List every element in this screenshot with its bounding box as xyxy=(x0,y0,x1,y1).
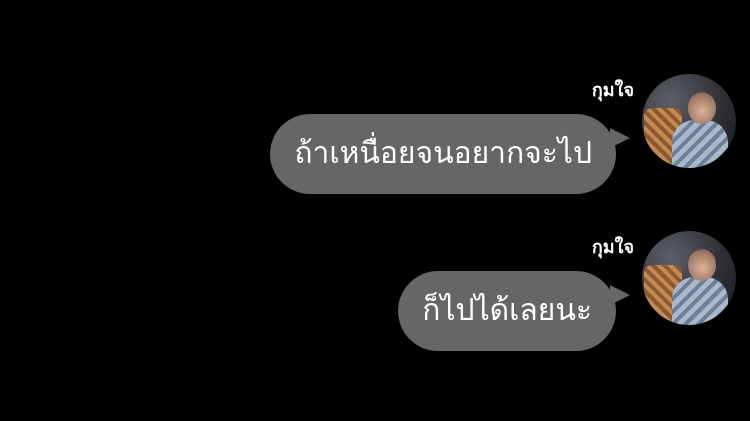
sender-name: กุมใจ xyxy=(591,80,634,101)
message-bubble[interactable]: ก็ไปได้เลยนะ xyxy=(398,271,630,351)
avatar-head-detail xyxy=(688,249,716,281)
avatar[interactable] xyxy=(642,74,736,168)
bubble-tail xyxy=(610,285,630,305)
avatar-body-detail xyxy=(672,120,728,168)
avatar[interactable] xyxy=(642,231,736,325)
avatar-head-detail xyxy=(688,92,716,124)
message-bubble[interactable]: ถ้าเหนื่อยจนอยากจะไป xyxy=(270,114,630,194)
chat-thread: กุมใจ ถ้าเหนื่อยจนอยากจะไป กุมใจ ก็ไปได้… xyxy=(0,0,750,421)
bubble-tail xyxy=(610,128,630,148)
sender-name: กุมใจ xyxy=(591,237,634,258)
message-text: ถ้าเหนื่อยจนอยากจะไป xyxy=(294,136,592,171)
avatar-body-detail xyxy=(672,277,728,325)
message-text: ก็ไปได้เลยนะ xyxy=(422,293,592,328)
